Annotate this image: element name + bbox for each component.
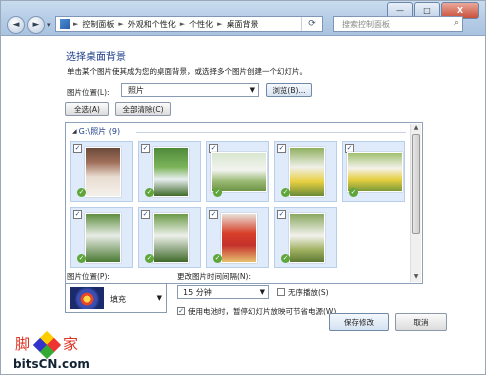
picture-location-select[interactable]: 照片 ▼ xyxy=(121,83,259,97)
breadcrumb-control-panel[interactable]: 控制面板 xyxy=(82,19,114,30)
chevron-down-icon: ▼ xyxy=(156,294,162,302)
scroll-down-icon[interactable]: ▼ xyxy=(411,273,421,282)
thumbnail-8[interactable]: ✓ ✓ xyxy=(206,207,269,268)
scroll-up-icon[interactable]: ▲ xyxy=(411,124,421,133)
battery-checkbox[interactable]: ✓ xyxy=(177,307,185,315)
thumbnail-2[interactable]: ✓ ✓ xyxy=(138,141,201,202)
fill-preview-icon xyxy=(70,287,104,309)
clear-all-button[interactable]: 全部清除(C) xyxy=(115,102,171,116)
refresh-icon[interactable]: ⟳ xyxy=(301,17,322,31)
chevron-down-icon: ▼ xyxy=(259,288,265,296)
cancel-button[interactable]: 取消 xyxy=(395,313,447,331)
site-logo: 脚 家 bitsCN.com xyxy=(11,330,101,373)
thumbnail-1[interactable]: ✓ ✓ xyxy=(70,141,133,202)
search-icon[interactable]: ⌕ xyxy=(454,18,459,28)
address-bar[interactable]: ► 控制面板 ► 外观和个性化 ► 个性化 ► 桌面背景 ⟳ xyxy=(55,16,323,32)
personalization-window: — □ X ◄ ► ▾ ► 控制面板 ► 外观和个性化 ► 个性化 ► 桌面背景… xyxy=(0,0,486,375)
thumbnail-4[interactable]: ✓ ✓ xyxy=(274,141,337,202)
page-description: 单击某个图片使其成为您的桌面背景，或选择多个图片创建一个幻灯片。 xyxy=(67,67,307,76)
selected-check-icon: ✓ xyxy=(349,188,358,197)
browse-button[interactable]: 浏览(B)... xyxy=(266,83,312,97)
picture-position-label: 图片位置(P): xyxy=(67,272,110,281)
selected-check-icon: ✓ xyxy=(281,254,290,263)
breadcrumb-personalization[interactable]: 个性化 xyxy=(189,19,213,30)
collapse-icon[interactable]: ◢ xyxy=(72,128,77,135)
selected-check-icon: ✓ xyxy=(281,188,290,197)
search-input[interactable]: 搜索控制面板 ⌕ xyxy=(333,16,463,32)
thumbnail-checkbox[interactable]: ✓ xyxy=(73,144,82,153)
chevron-down-icon: ▼ xyxy=(249,86,255,94)
forward-button[interactable]: ► xyxy=(27,16,45,34)
back-button[interactable]: ◄ xyxy=(7,16,25,34)
select-all-button[interactable]: 全选(A) xyxy=(65,102,109,116)
shuffle-checkbox[interactable] xyxy=(277,288,285,296)
thumbnail-panel: ◢ G:\照片 (9) ✓ ✓ ✓ ✓ ✓ ✓ ✓ ✓ ✓ ✓ ✓ ✓ ✓ ✓ … xyxy=(65,122,423,284)
selected-check-icon: ✓ xyxy=(145,188,154,197)
picture-position-select[interactable]: 填充 ▼ xyxy=(65,283,167,313)
picture-location-label: 图片位置(L): xyxy=(67,88,110,97)
thumbnail-5[interactable]: ✓ ✓ xyxy=(342,141,405,202)
nav-buttons: ◄ ► ▾ xyxy=(7,16,55,34)
thumbnail-checkbox[interactable]: ✓ xyxy=(209,210,218,219)
interval-select[interactable]: 15 分钟 ▼ xyxy=(177,285,269,299)
selected-check-icon: ✓ xyxy=(77,254,86,263)
selected-check-icon: ✓ xyxy=(213,254,222,263)
thumbnail-9[interactable]: ✓ ✓ xyxy=(274,207,337,268)
thumbnail-3[interactable]: ✓ ✓ xyxy=(206,141,269,202)
selected-check-icon: ✓ xyxy=(213,188,222,197)
recent-pages-dropdown-icon[interactable]: ▾ xyxy=(47,21,51,29)
page-title: 选择桌面背景 xyxy=(66,52,126,63)
thumbnail-7[interactable]: ✓ ✓ xyxy=(138,207,201,268)
shuffle-label: 无序播放(S) xyxy=(288,288,329,297)
main-content: 选择桌面背景 单击某个图片使其成为您的桌面背景，或选择多个图片创建一个幻灯片。 … xyxy=(1,36,485,374)
thumbnail-checkbox[interactable]: ✓ xyxy=(277,210,286,219)
selected-check-icon: ✓ xyxy=(145,254,154,263)
save-changes-button[interactable]: 保存修改 xyxy=(329,313,389,331)
thumbnail-checkbox[interactable]: ✓ xyxy=(141,144,150,153)
thumbnail-checkbox[interactable]: ✓ xyxy=(73,210,82,219)
group-header[interactable]: ◢ G:\照片 (9) xyxy=(72,126,120,137)
thumbnail-6[interactable]: ✓ ✓ xyxy=(70,207,133,268)
battery-label: 使用电池时，暂停幻灯片放映可节省电源(W) xyxy=(188,307,337,316)
control-panel-icon xyxy=(60,19,70,29)
breadcrumb-desktop-background[interactable]: 桌面背景 xyxy=(227,19,259,30)
title-bar: — □ X ◄ ► ▾ ► 控制面板 ► 外观和个性化 ► 个性化 ► 桌面背景… xyxy=(1,1,485,36)
interval-label: 更改图片时间间隔(N): xyxy=(177,272,251,281)
scrollbar-thumb[interactable] xyxy=(412,134,420,234)
selected-check-icon: ✓ xyxy=(77,188,86,197)
logo-mark-icon xyxy=(32,330,62,360)
search-placeholder: 搜索控制面板 xyxy=(342,19,390,29)
thumbnail-checkbox[interactable]: ✓ xyxy=(277,144,286,153)
thumbnail-checkbox[interactable]: ✓ xyxy=(141,210,150,219)
vertical-scrollbar[interactable]: ▲ ▼ xyxy=(410,124,421,282)
breadcrumb-appearance[interactable]: 外观和个性化 xyxy=(128,19,176,30)
